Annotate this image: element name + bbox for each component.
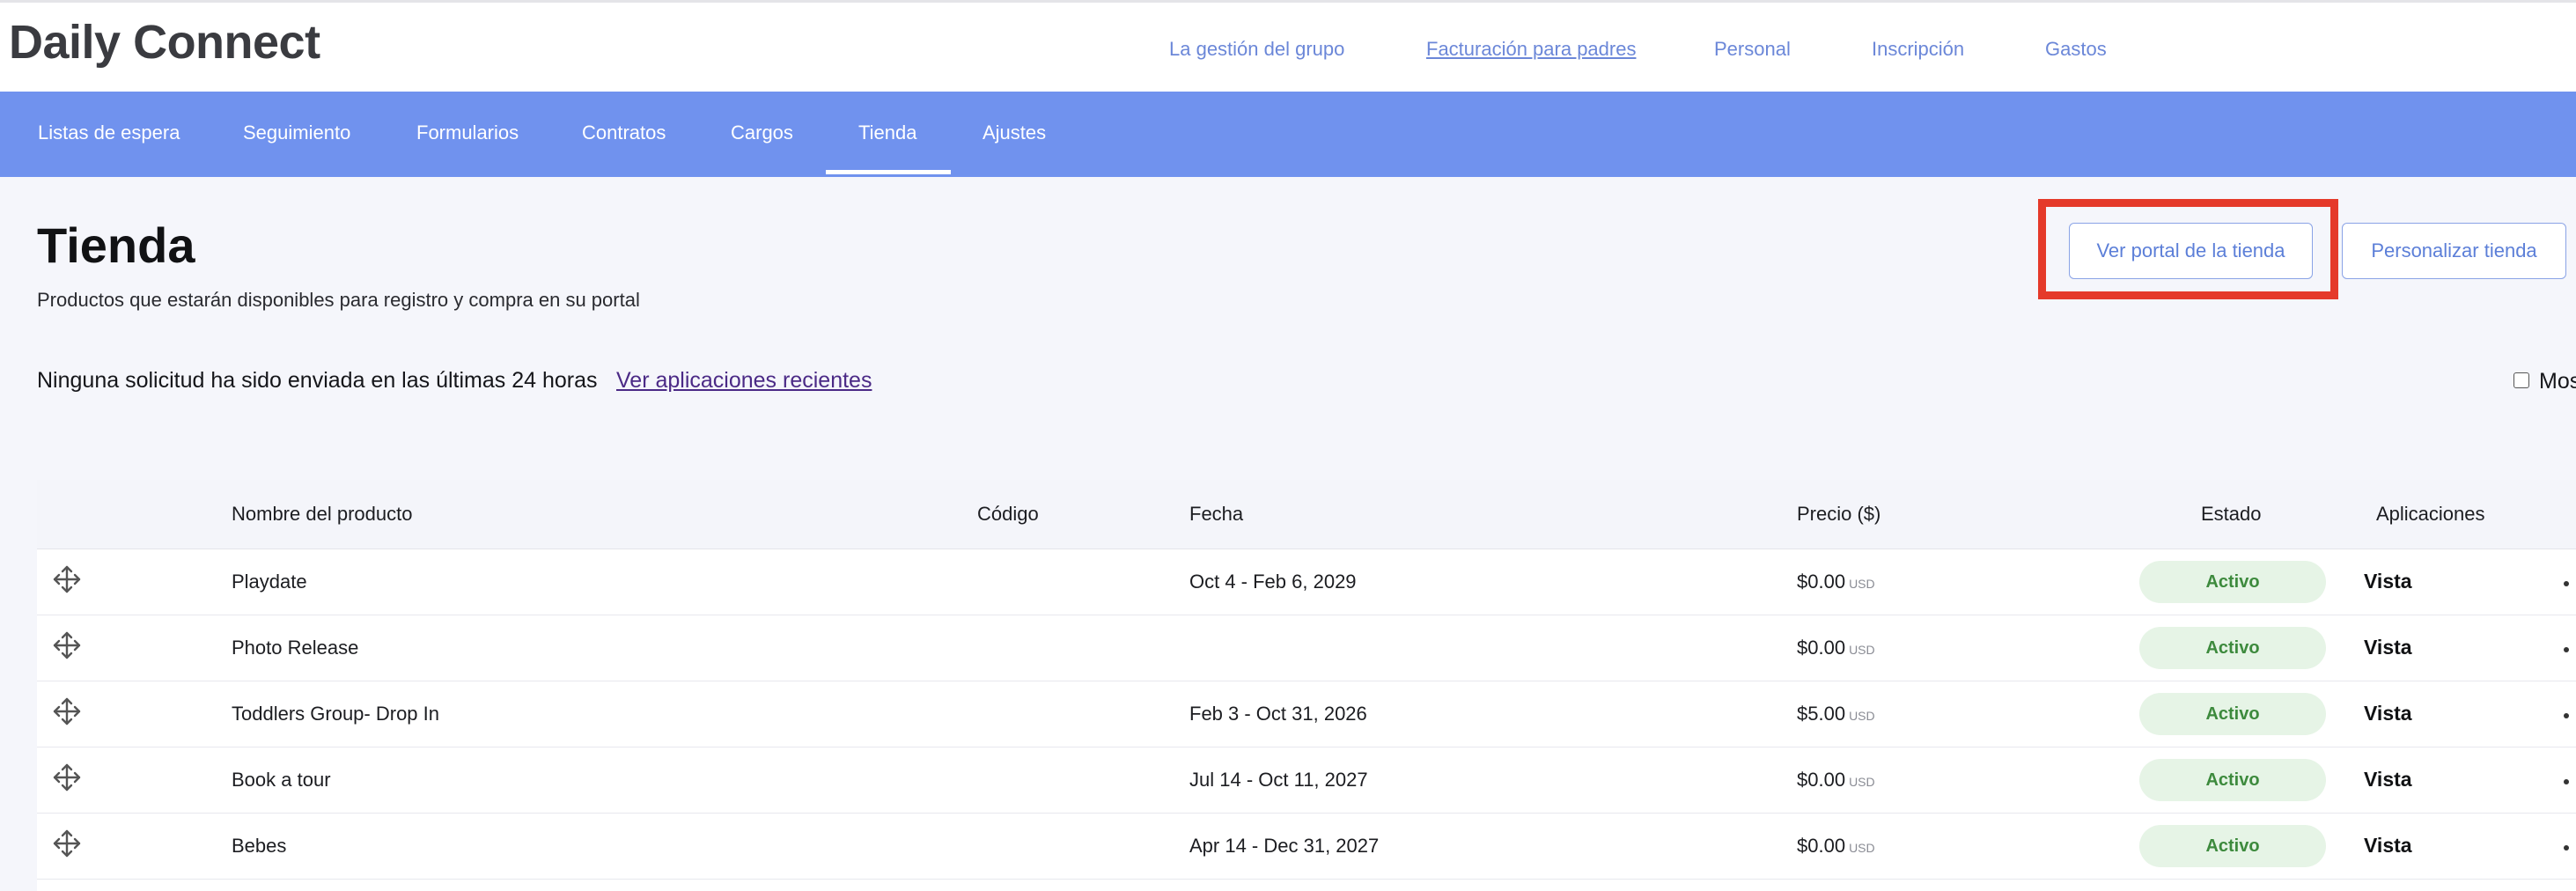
price-value: $5.00	[1797, 703, 1846, 725]
table-row[interactable]: Book a tour Jul 14 - Oct 11, 2027 $0.00 U…	[37, 747, 2576, 814]
applications-notice: Ninguna solicitud ha sido enviada en las…	[37, 368, 598, 393]
header-date[interactable]: Fecha	[1189, 503, 1243, 526]
product-name[interactable]: Playdate	[232, 571, 307, 593]
status-badge: Activo	[2139, 627, 2326, 669]
product-name[interactable]: Book a tour	[232, 769, 331, 792]
highlight-box	[2038, 199, 2338, 299]
top-nav-expenses[interactable]: Gastos	[2045, 38, 2107, 61]
product-price: $0.00 USD	[1797, 835, 1875, 858]
price-currency: USD	[1849, 841, 1875, 855]
table-row[interactable]: Playdate Oct 4 - Feb 6, 2029 $0.00 USD Ac…	[37, 549, 2576, 615]
product-name[interactable]: Photo Release	[232, 637, 358, 659]
price-currency: USD	[1849, 643, 1875, 657]
products-table: Nombre del producto Código Fecha Precio …	[37, 480, 2576, 891]
move-arrows-icon[interactable]	[51, 563, 83, 595]
view-applications-link[interactable]: Vista	[2364, 636, 2412, 659]
status-badge: Activo	[2139, 693, 2326, 735]
product-date: Oct 4 - Feb 6, 2029	[1189, 571, 1357, 593]
row-menu-icon[interactable]	[2564, 713, 2569, 718]
view-applications-link[interactable]: Vista	[2364, 570, 2412, 593]
price-currency: USD	[1849, 775, 1875, 789]
tab-waitlists[interactable]: Listas de espera	[38, 122, 180, 144]
price-currency: USD	[1849, 577, 1875, 591]
row-menu-icon[interactable]	[2564, 581, 2569, 586]
view-applications-link[interactable]: Vista	[2364, 834, 2412, 858]
price-value: $0.00	[1797, 571, 1846, 593]
top-nav-enrollment[interactable]: Inscripción	[1872, 38, 1964, 61]
product-price: $0.00 USD	[1797, 571, 1875, 593]
header-price[interactable]: Precio ($)	[1797, 503, 1880, 526]
view-applications-link[interactable]: Vista	[2364, 768, 2412, 792]
table-header: Nombre del producto Código Fecha Precio …	[37, 480, 2576, 549]
view-applications-link[interactable]: Vista	[2364, 702, 2412, 725]
row-menu-icon[interactable]	[2564, 647, 2569, 652]
product-name[interactable]: Toddlers Group- Drop In	[232, 703, 439, 725]
section-nav: Listas de espera Seguimiento Formularios…	[0, 92, 2576, 177]
row-menu-icon[interactable]	[2564, 779, 2569, 784]
header-status[interactable]: Estado	[2201, 503, 2262, 526]
app-logo[interactable]: Daily Connect	[9, 15, 320, 70]
header-code[interactable]: Código	[977, 503, 1039, 526]
move-arrows-icon[interactable]	[51, 696, 83, 727]
table-row[interactable]: Toddlers Group- Drop In Feb 3 - Oct 31, …	[37, 681, 2576, 747]
top-nav-parent-billing[interactable]: Facturación para padres	[1426, 38, 1636, 61]
status-badge: Activo	[2139, 825, 2326, 867]
row-menu-icon[interactable]	[2564, 845, 2569, 850]
table-row[interactable]: Bebes Apr 14 - Dec 31, 2027 $0.00 USD Act…	[37, 814, 2576, 880]
top-nav-staff[interactable]: Personal	[1714, 38, 1791, 61]
show-checkbox[interactable]	[2513, 372, 2529, 388]
tab-store[interactable]: Tienda	[858, 122, 916, 144]
move-arrows-icon[interactable]	[51, 828, 83, 859]
tab-tracking[interactable]: Seguimiento	[243, 122, 350, 144]
product-price: $0.00 USD	[1797, 637, 1875, 659]
header-applications[interactable]: Aplicaciones	[2376, 503, 2485, 526]
page-title: Tienda	[37, 217, 195, 273]
product-date: Feb 3 - Oct 31, 2026	[1189, 703, 1367, 725]
header-product-name[interactable]: Nombre del producto	[232, 503, 412, 526]
active-tab-indicator	[826, 170, 951, 174]
price-value: $0.00	[1797, 769, 1846, 791]
product-price: $0.00 USD	[1797, 769, 1875, 792]
top-header: Daily Connect La gestión del grupo Factu…	[0, 0, 2576, 92]
price-value: $0.00	[1797, 637, 1846, 659]
product-price: $5.00 USD	[1797, 703, 1875, 725]
page-subtitle: Productos que estarán disponibles para r…	[37, 289, 640, 311]
move-arrows-icon[interactable]	[51, 630, 83, 661]
tab-contracts[interactable]: Contratos	[582, 122, 666, 144]
tab-forms[interactable]: Formularios	[416, 122, 519, 144]
product-name[interactable]: Bebes	[232, 835, 286, 858]
recent-applications-link[interactable]: Ver aplicaciones recientes	[616, 368, 872, 394]
price-value: $0.00	[1797, 835, 1846, 857]
price-currency: USD	[1849, 709, 1875, 723]
show-checkbox-label: Mos	[2539, 369, 2576, 394]
product-date: Apr 14 - Dec 31, 2027	[1189, 835, 1380, 857]
tab-charges[interactable]: Cargos	[731, 122, 793, 144]
customize-store-button[interactable]: Personalizar tienda	[2342, 223, 2566, 279]
product-date: Jul 14 - Oct 11, 2027	[1189, 769, 1368, 791]
tab-settings[interactable]: Ajustes	[983, 122, 1046, 144]
status-badge: Activo	[2139, 561, 2326, 603]
table-row[interactable]: Photo Release $0.00 USD Activo Vista	[37, 615, 2576, 681]
top-nav-group-management[interactable]: La gestión del grupo	[1169, 38, 1344, 61]
move-arrows-icon[interactable]	[51, 762, 83, 793]
status-badge: Activo	[2139, 759, 2326, 801]
